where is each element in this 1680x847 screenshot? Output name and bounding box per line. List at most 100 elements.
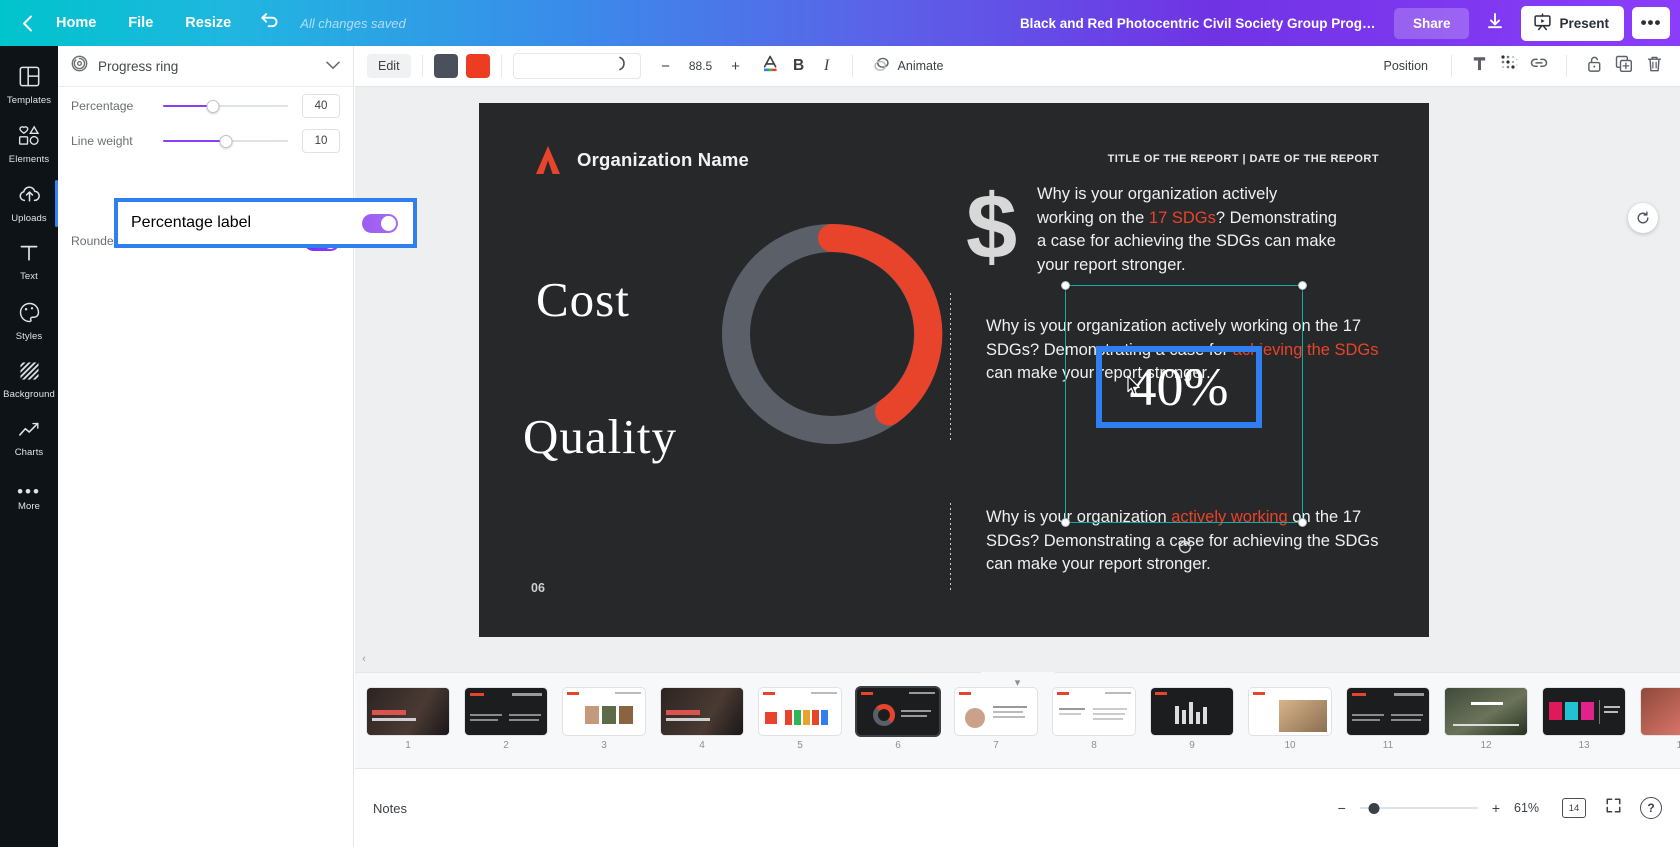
chevron-down-icon[interactable] <box>326 57 340 75</box>
duplicate-button[interactable] <box>1610 52 1638 80</box>
page-thumbnail-5[interactable] <box>759 688 841 735</box>
document-title[interactable]: Black and Red Photocentric Civil Society… <box>1020 16 1380 31</box>
rotate-handle[interactable] <box>1175 538 1195 561</box>
page-thumbnail-4[interactable] <box>661 688 743 735</box>
sidebar-item-background[interactable]: Background <box>0 351 58 410</box>
back-button[interactable] <box>14 8 40 38</box>
slide-text-block-1[interactable]: Why is your organization actively workin… <box>1037 183 1337 277</box>
help-button[interactable]: ? <box>1640 797 1662 819</box>
slider-fill <box>163 139 226 143</box>
percentage-label-toggle-row-highlighted[interactable]: Percentage label <box>114 198 417 248</box>
page-thumbnail-8[interactable] <box>1053 688 1135 735</box>
size-increase-button[interactable]: + <box>725 54 747 78</box>
transparency-button[interactable] <box>1465 52 1493 80</box>
toolbar-divider <box>500 55 502 77</box>
page-thumbnail-11[interactable] <box>1347 688 1429 735</box>
italic-button[interactable]: I <box>813 52 841 80</box>
present-button[interactable]: Present <box>1521 5 1624 41</box>
undo-button[interactable] <box>247 8 292 38</box>
sidebar-item-label: Elements <box>8 153 50 165</box>
sidebar-item-more[interactable]: ••• More <box>0 469 58 528</box>
page-thumbnail-14[interactable] <box>1641 688 1680 735</box>
page-thumbnail-6[interactable] <box>857 688 939 735</box>
percentage-label-toggle[interactable] <box>362 213 398 233</box>
animate-button[interactable]: Animate <box>864 51 952 82</box>
sidebar-item-text[interactable]: Text <box>0 233 58 292</box>
thumbnail-cell: 11 <box>1347 688 1429 751</box>
percentage-input[interactable]: 40 <box>302 94 340 118</box>
slide-canvas[interactable]: Organization Name TITLE OF THE REPORT | … <box>479 103 1429 637</box>
slide-dollar-symbol: $ <box>966 176 1018 278</box>
download-button[interactable] <box>1477 7 1513 39</box>
toolbar-divider <box>1566 55 1567 77</box>
zoom-out-button[interactable]: − <box>1338 800 1346 816</box>
zoom-slider[interactable] <box>1359 800 1478 816</box>
size-value[interactable]: 88.5 <box>679 54 723 78</box>
delete-button[interactable] <box>1640 52 1668 80</box>
edit-button[interactable]: Edit <box>367 54 411 78</box>
page-thumbnail-number: 8 <box>1091 740 1097 751</box>
undo-icon <box>259 12 280 34</box>
sidebar-item-uploads[interactable]: Uploads <box>0 174 58 233</box>
page-thumbnail-12[interactable] <box>1445 688 1527 735</box>
thumbnail-cell: 14 <box>1641 688 1680 751</box>
page-thumbnail-2[interactable] <box>465 688 547 735</box>
sidebar-item-styles[interactable]: Styles <box>0 292 58 351</box>
lock-button[interactable] <box>1580 52 1608 80</box>
zoom-in-button[interactable]: + <box>1492 800 1500 816</box>
bold-button[interactable]: B <box>785 52 813 80</box>
zoom-knob[interactable] <box>1368 802 1380 814</box>
progress-ring-element[interactable] <box>713 215 951 453</box>
shape-style-dropdown[interactable] <box>512 53 641 79</box>
sidebar-item-label: Templates <box>6 94 52 106</box>
page-thumbnail-9[interactable] <box>1151 688 1233 735</box>
page-thumbnail-10[interactable] <box>1249 688 1331 735</box>
line-weight-input[interactable]: 10 <box>302 129 340 153</box>
page-thumbnail-number: 2 <box>503 740 509 751</box>
page-thumbnail-1[interactable] <box>367 688 449 735</box>
page-thumbnail-strip: ▾ 1234567891011121314 <box>355 672 1680 768</box>
page-thumbnail-3[interactable] <box>563 688 645 735</box>
page-thumbnail-13[interactable] <box>1543 688 1625 735</box>
home-menu[interactable]: Home <box>40 9 112 37</box>
resize-menu[interactable]: Resize <box>169 9 247 37</box>
thumbnail-cell: 12 <box>1445 688 1527 751</box>
color-swatch-accent[interactable] <box>465 54 490 78</box>
share-button[interactable]: Share <box>1393 7 1470 39</box>
text-3-accent: actively working <box>1171 508 1288 526</box>
effects-button[interactable] <box>1495 52 1523 80</box>
slider-knob[interactable] <box>219 134 232 148</box>
text-color-button[interactable] <box>757 52 785 80</box>
text-color-A-icon <box>761 54 780 78</box>
color-swatch-primary[interactable] <box>433 54 458 78</box>
left-rail: Templates Elements Uploads Text Styles B… <box>0 46 58 847</box>
fullscreen-button[interactable] <box>1600 795 1626 821</box>
animate-label: Animate <box>897 59 944 73</box>
size-decrease-button[interactable]: − <box>655 54 677 78</box>
sidebar-item-charts[interactable]: Charts <box>0 410 58 469</box>
canvas-rotate-widget[interactable] <box>1628 203 1658 233</box>
file-menu[interactable]: File <box>112 9 169 37</box>
percentage-control-row: Percentage 40 <box>58 90 353 122</box>
slider-knob[interactable] <box>206 99 220 113</box>
canvas-scrollbar[interactable] <box>1673 93 1678 663</box>
page-thumbnail-number: 3 <box>601 740 607 751</box>
page-thumbnail-7[interactable] <box>955 688 1037 735</box>
rotate-icon <box>1176 538 1194 561</box>
position-button[interactable]: Position <box>1374 54 1438 78</box>
link-button[interactable] <box>1525 52 1553 80</box>
percentage-slider[interactable] <box>163 97 288 115</box>
more-options-button[interactable]: ••• <box>1632 7 1670 39</box>
panel-collapse-button[interactable]: ‹ <box>355 650 373 668</box>
download-icon <box>1486 12 1504 35</box>
notes-button[interactable]: Notes <box>373 801 407 816</box>
page-count-button[interactable]: 14 <box>1562 798 1586 818</box>
page-thumbnail-number: 5 <box>797 740 803 751</box>
panel-header[interactable]: Progress ring <box>58 46 353 87</box>
line-weight-slider[interactable] <box>163 132 288 150</box>
sidebar-item-templates[interactable]: Templates <box>0 56 58 115</box>
effects-dots-icon <box>1500 54 1519 78</box>
page-thumbnail-number: 9 <box>1189 740 1195 751</box>
canvas-area[interactable]: ‹ Organization Name TITLE OF THE REPORT … <box>355 87 1680 672</box>
sidebar-item-elements[interactable]: Elements <box>0 115 58 174</box>
